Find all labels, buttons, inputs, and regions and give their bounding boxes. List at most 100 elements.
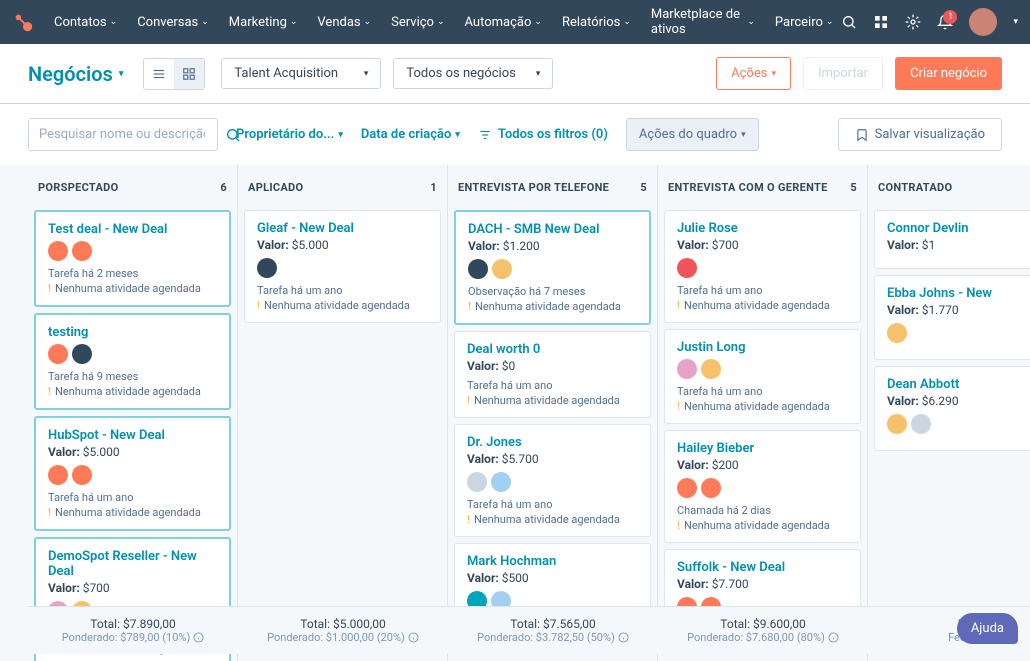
page-title[interactable]: Negócios ▾ [28, 62, 123, 86]
view-toggle [143, 58, 205, 90]
info-icon [618, 632, 629, 643]
nav-item[interactable]: Automação⌄ [457, 1, 550, 43]
card-title[interactable]: Deal worth 0 [467, 342, 638, 357]
all-filters[interactable]: Todos os filtros (0) [478, 127, 608, 142]
total-cell: Total: $7.890,00Ponderado: $789,00 (10%) [28, 607, 238, 654]
card-warning: Nenhuma atividade agendada [467, 513, 638, 526]
column-title: CONTRATADO [878, 181, 952, 194]
list-view-button[interactable] [144, 59, 174, 89]
total-amount: Total: $7.890,00 [34, 617, 232, 631]
deal-card[interactable]: testing Tarefa há 9 meses Nenhuma ativid… [34, 313, 231, 410]
notifications-icon[interactable]: 1 [937, 14, 953, 30]
marketplace-icon[interactable] [873, 14, 889, 30]
card-title[interactable]: Test deal - New Deal [48, 222, 217, 237]
deal-card[interactable]: Justin Long Tarefa há um ano Nenhuma ati… [664, 329, 861, 424]
card-value: Valor: $1.770 [887, 303, 1030, 317]
deal-card[interactable]: Dr. Jones Valor: $5.700 Tarefa há um ano… [454, 424, 651, 537]
card-title[interactable]: DemoSpot Reseller - New Deal [48, 549, 217, 579]
column-cards: Julie Rose Valor: $700 Tarefa há um ano … [658, 210, 867, 661]
card-warning: Nenhuma atividade agendada [48, 506, 217, 519]
search-input[interactable] [29, 119, 215, 150]
deal-card[interactable]: Deal worth 0 Valor: $0 Tarefa há um ano … [454, 331, 651, 418]
nav-item[interactable]: Vendas⌄ [309, 1, 379, 43]
avatar-icon [48, 344, 68, 364]
column-header: ENTREVISTA POR TELEFONE5 [448, 165, 657, 210]
avatar-icon [257, 258, 277, 278]
deal-card[interactable]: Julie Rose Valor: $700 Tarefa há um ano … [664, 210, 861, 323]
deal-card[interactable]: Ebba Johns - New Valor: $1.770 [874, 275, 1030, 360]
deal-card[interactable]: Test deal - New Deal Tarefa há 2 meses N… [34, 210, 231, 307]
avatar-icon [677, 359, 697, 379]
card-task: Tarefa há 2 meses [48, 267, 217, 280]
card-title[interactable]: Justin Long [677, 340, 848, 355]
card-title[interactable]: Hailey Bieber [677, 441, 848, 456]
column-title: APLICADO [248, 181, 303, 194]
card-title[interactable]: HubSpot - New Deal [48, 428, 217, 443]
card-warning: Nenhuma atividade agendada [677, 299, 848, 312]
total-cell: Total: $5.000,00Ponderado: $1.000,00 (20… [238, 607, 448, 654]
card-avatars [48, 465, 217, 485]
column-title: PORSPECTADO [38, 181, 118, 194]
nav-item[interactable]: Marketing⌄ [221, 1, 306, 43]
card-avatars [677, 359, 848, 379]
deal-card[interactable]: Dean Abbott Valor: $6.290 [874, 366, 1030, 451]
chevron-down-icon: ⌄ [201, 17, 209, 27]
nav-item[interactable]: Serviço⌄ [383, 1, 452, 43]
info-icon [193, 632, 204, 643]
deal-card[interactable]: Hailey Bieber Valor: $200 Chamada há 2 d… [664, 430, 861, 543]
user-avatar[interactable] [969, 8, 997, 36]
chevron-down-icon: ⌄ [364, 17, 372, 27]
card-title[interactable]: Ebba Johns - New [887, 286, 1030, 301]
board-actions-button[interactable]: Ações do quadro▾ [626, 118, 759, 151]
chevron-down-icon: ⌄ [437, 17, 445, 27]
nav-item[interactable]: Relatórios⌄ [554, 1, 639, 43]
board-view-button[interactable] [174, 59, 204, 89]
card-task: Observação há 7 meses [468, 285, 637, 298]
owner-dropdown[interactable]: Todos os negócios▾ [393, 58, 553, 89]
nav-item[interactable]: Parceiro⌄ [767, 1, 842, 43]
card-avatars [887, 414, 1030, 434]
card-title[interactable]: Connor Devlin [887, 221, 1030, 236]
total-amount: Total: $5.000,00 [244, 617, 442, 631]
total-amount: Total: $7.565,00 [454, 617, 652, 631]
hubspot-logo-icon[interactable] [12, 11, 34, 33]
nav-item[interactable]: Conversas⌄ [129, 1, 217, 43]
import-button[interactable]: Importar [803, 57, 883, 90]
chevron-down-icon[interactable]: ▾ [1013, 17, 1018, 27]
avatar-icon [72, 344, 92, 364]
card-task: Tarefa há um ano [467, 498, 638, 511]
actions-button[interactable]: Ações▾ [716, 57, 791, 90]
nav-item[interactable]: Contatos⌄ [46, 1, 125, 43]
deal-card[interactable]: DACH - SMB New Deal Valor: $1.200 Observ… [454, 210, 651, 325]
card-title[interactable]: Dean Abbott [887, 377, 1030, 392]
nav-item[interactable]: Marketplace de ativos⌄ [643, 1, 763, 43]
settings-icon[interactable] [905, 14, 921, 30]
card-title[interactable]: testing [48, 325, 217, 340]
card-title[interactable]: Suffolk - New Deal [677, 560, 848, 575]
help-bubble[interactable]: Ajuda [957, 613, 1018, 644]
owner-label: Todos os negócios [406, 66, 515, 81]
card-avatars [677, 258, 848, 278]
card-title[interactable]: Dr. Jones [467, 435, 638, 450]
card-title[interactable]: Gleaf - New Deal [257, 221, 428, 236]
search-icon[interactable] [841, 14, 857, 30]
save-view-button[interactable]: Salvar visualização [838, 118, 1002, 151]
card-title[interactable]: Mark Hochman [467, 554, 638, 569]
card-title[interactable]: Julie Rose [677, 221, 848, 236]
avatar-icon [887, 414, 907, 434]
card-avatars [468, 259, 637, 279]
column-count: 5 [850, 181, 857, 194]
deal-card[interactable]: HubSpot - New Deal Valor: $5.000 Tarefa … [34, 416, 231, 531]
card-value: Valor: $5.000 [48, 445, 217, 459]
filter-date[interactable]: Data de criação▾ [361, 127, 460, 142]
card-title[interactable]: DACH - SMB New Deal [468, 222, 637, 237]
avatar-icon [911, 414, 931, 434]
filter-owner[interactable]: Proprietário do...▾ [236, 127, 343, 142]
column-cards: Test deal - New Deal Tarefa há 2 meses N… [28, 210, 237, 661]
create-deal-button[interactable]: Criar negócio [895, 57, 1002, 90]
column-header: ENTREVISTA COM O GERENTE5 [658, 165, 867, 210]
deal-card[interactable]: Connor Devlin Valor: $1 [874, 210, 1030, 269]
deal-card[interactable]: Gleaf - New Deal Valor: $5.000 Tarefa há… [244, 210, 441, 323]
pipeline-dropdown[interactable]: Talent Acquisition▾ [221, 58, 381, 89]
card-value: Valor: $200 [677, 458, 848, 472]
